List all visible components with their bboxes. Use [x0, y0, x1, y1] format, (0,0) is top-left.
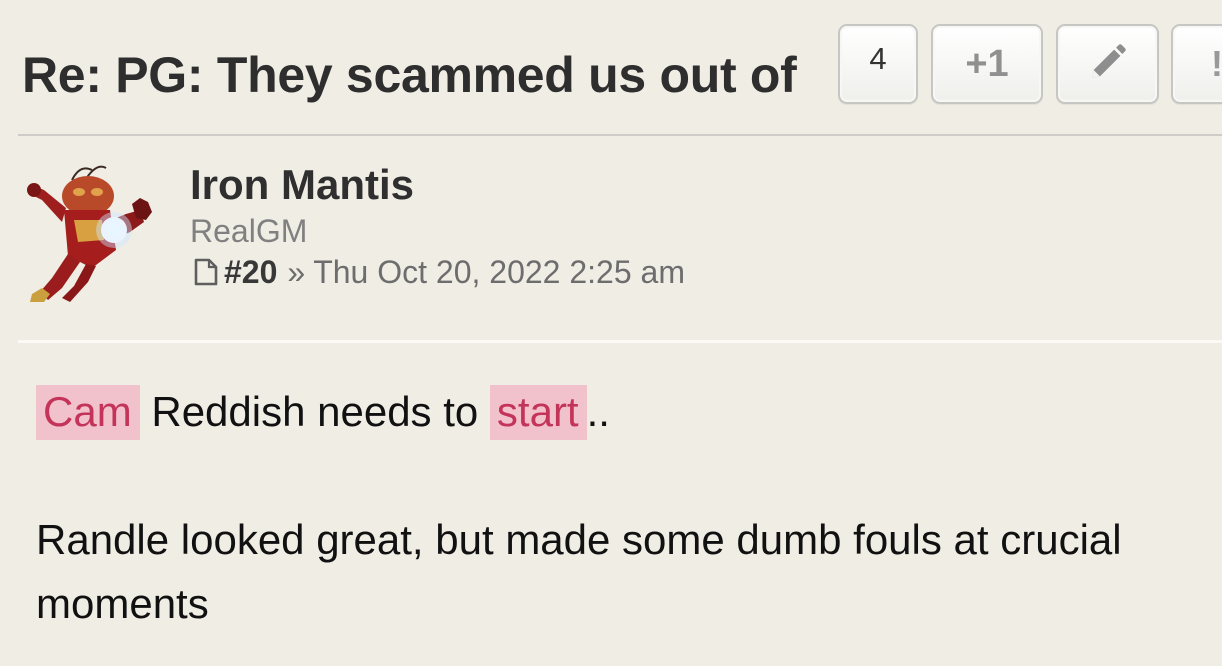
edit-button[interactable]	[1056, 24, 1159, 104]
post-title: Re: PG: They scammed us out of	[22, 47, 797, 103]
reaction-count-button[interactable]: 4	[838, 24, 918, 104]
post-body-paragraph-2: Randle looked great, but made some dumb …	[36, 516, 1122, 627]
author-avatar[interactable]	[22, 160, 154, 306]
report-label: !	[1211, 43, 1222, 84]
body-text: Reddish needs to	[139, 388, 490, 435]
author-rank: RealGM	[190, 213, 308, 249]
post-divider	[18, 340, 1222, 343]
post-body-line-1: Cam Reddish needs to start..	[36, 380, 1216, 444]
post-meta: #20 » Thu Oct 20, 2022 2:25 am	[194, 252, 685, 292]
post-number[interactable]: #20	[224, 252, 277, 292]
post-body: Cam Reddish needs to start.. Randle look…	[36, 380, 1216, 636]
search-highlight: Cam	[36, 385, 140, 440]
plus-one-button[interactable]: +1	[931, 24, 1043, 104]
header-divider	[18, 134, 1222, 136]
reaction-count: 4	[869, 41, 887, 76]
meta-separator: »	[287, 254, 306, 290]
search-highlight: start	[489, 385, 587, 440]
body-text: ..	[586, 388, 610, 435]
post-header: Re: PG: They scammed us out of 4 +1 !	[0, 0, 1222, 136]
report-button[interactable]: !	[1171, 24, 1222, 104]
plus-one-label: +1	[965, 42, 1009, 85]
post-datetime: Thu Oct 20, 2022 2:25 am	[313, 254, 685, 290]
document-icon[interactable]	[194, 258, 218, 286]
pencil-icon	[1087, 41, 1129, 88]
iron-man-avatar-icon	[27, 165, 152, 302]
author-name[interactable]: Iron Mantis	[190, 160, 414, 210]
